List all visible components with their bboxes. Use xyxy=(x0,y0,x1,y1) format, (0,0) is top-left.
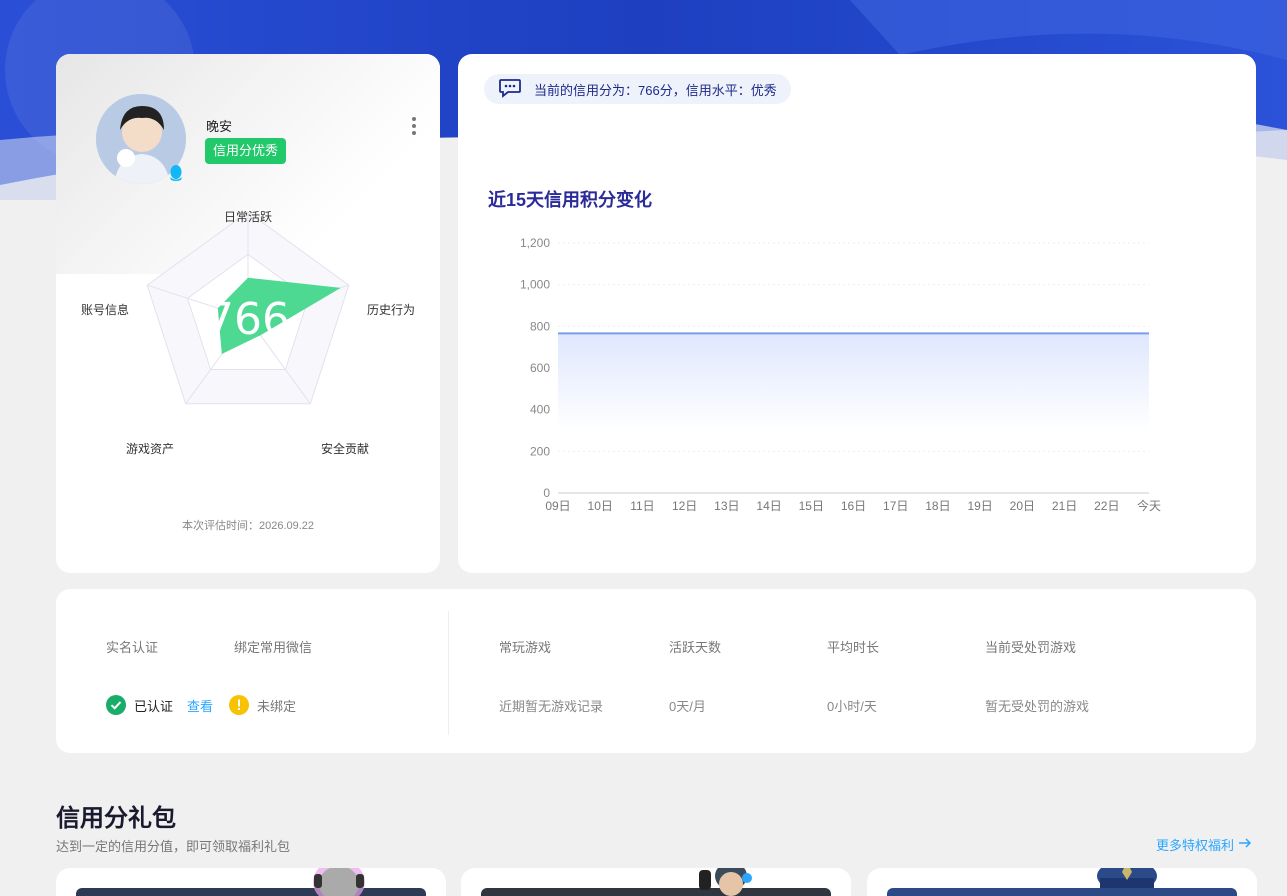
x-tick-label: 18日 xyxy=(925,499,950,513)
x-tick-label: 21日 xyxy=(1052,499,1077,513)
qq-icon xyxy=(168,164,184,182)
x-tick-label: 14日 xyxy=(756,499,781,513)
gift-card-2[interactable] xyxy=(461,868,851,896)
score-tip: 当前的信用分为：766分，信用水平：优秀 xyxy=(484,74,791,104)
account-info-card: 实名认证 绑定常用微信 已认证 查看 未绑定 常玩游戏 近期暂无游戏记录 活跃天… xyxy=(56,589,1256,753)
y-tick-label: 400 xyxy=(530,403,550,417)
frequent-game-value: 近期暂无游戏记录 xyxy=(499,699,604,714)
x-tick-label: 13日 xyxy=(714,499,739,513)
wechat-label: 绑定常用微信 xyxy=(234,640,313,655)
x-tick-label: 19日 xyxy=(967,499,992,513)
verified-status: 已认证 xyxy=(134,698,174,714)
evaluation-time: 本次评估时间：2026.09.22 xyxy=(181,520,315,532)
gift-section-subtitle: 达到一定的信用分值，即可领取福利礼包 xyxy=(56,839,291,854)
check-circle-icon xyxy=(106,695,126,715)
active-days-value: 0天/月 xyxy=(669,699,706,714)
chart-title: 近15天信用积分变化 xyxy=(488,190,653,210)
score-tip-text: 当前的信用分为：766分，信用水平：优秀 xyxy=(534,82,777,98)
x-tick-label: 12日 xyxy=(672,499,697,513)
x-tick-label: 20日 xyxy=(1010,499,1035,513)
more-options-icon[interactable] xyxy=(406,114,422,138)
y-tick-label: 0 xyxy=(543,486,550,500)
message-icon xyxy=(498,78,522,101)
y-tick-label: 1,200 xyxy=(520,236,550,250)
punished-game-value: 暂无受处罚的游戏 xyxy=(985,699,1090,714)
arrow-right-icon xyxy=(1238,837,1252,852)
y-tick-label: 600 xyxy=(530,361,550,375)
gift-banner-3 xyxy=(887,888,1237,896)
username: 晚安 xyxy=(206,119,233,134)
active-days-label: 活跃天数 xyxy=(669,640,722,655)
series-area xyxy=(558,333,1149,431)
gift-section-title: 信用分礼包 xyxy=(56,805,176,832)
credit-score: 766 xyxy=(206,294,290,345)
credit-badge: 信用分优秀 xyxy=(205,138,287,164)
more-privileges-link[interactable]: 更多特权福利 xyxy=(1156,835,1252,854)
x-tick-label: 16日 xyxy=(841,499,866,513)
y-tick-label: 200 xyxy=(530,444,550,458)
avg-time-value: 0小时/天 xyxy=(827,699,877,714)
gift-character-2 xyxy=(691,868,761,896)
radar-label-history: 历史行为 xyxy=(367,303,416,317)
credit-line-chart: 0 200 400 600 800 1,000 1,200 09日 10日 11日 12日 13日 1… xyxy=(520,236,1161,513)
x-tick-label: 17日 xyxy=(883,499,908,513)
gift-card-1[interactable] xyxy=(56,868,446,896)
info-divider xyxy=(448,611,449,735)
x-tick-label: 22日 xyxy=(1094,499,1119,513)
x-tick-label: 10日 xyxy=(588,499,613,513)
warning-icon xyxy=(229,695,250,715)
gift-banner-2 xyxy=(481,888,831,896)
radar-label-security: 安全贡献 xyxy=(321,442,370,456)
gift-card-3[interactable] xyxy=(867,868,1257,896)
credit-chart-card: 当前的信用分为：766分，信用水平：优秀 近15天信用积分变化 0 200 400 6… xyxy=(458,54,1256,573)
frequent-game-label: 常玩游戏 xyxy=(499,640,552,655)
y-tick-label: 800 xyxy=(530,319,550,333)
real-name-label: 实名认证 xyxy=(106,640,159,655)
radar-chart: 766 xyxy=(146,211,350,405)
wechat-unbound-status: 未绑定 xyxy=(257,698,297,714)
verify-row: 已认证 查看 未绑定 xyxy=(106,695,296,715)
radar-label-daily-active: 日常活跃 xyxy=(224,210,273,224)
punished-game-label: 当前受处罚游戏 xyxy=(985,640,1077,655)
avg-time-label: 平均时长 xyxy=(827,640,880,655)
gift-character-3 xyxy=(1092,868,1162,896)
x-tick-label: 15日 xyxy=(799,499,824,513)
more-privileges-label: 更多特权福利 xyxy=(1156,838,1235,853)
x-tick-label: 09日 xyxy=(545,499,570,513)
x-tick-label: 11日 xyxy=(630,499,654,513)
view-link[interactable]: 查看 xyxy=(187,696,213,715)
profile-card: 晚安 信用分优秀 766 日常活跃 历史行为 安全贡献 游戏资产 账号信息 本次… xyxy=(56,54,440,573)
x-tick-label: 今天 xyxy=(1137,498,1161,513)
y-tick-label: 1,000 xyxy=(520,278,550,292)
radar-label-account: 账号信息 xyxy=(81,303,130,317)
gift-character-1 xyxy=(304,868,374,896)
radar-label-assets: 游戏资产 xyxy=(126,442,175,456)
